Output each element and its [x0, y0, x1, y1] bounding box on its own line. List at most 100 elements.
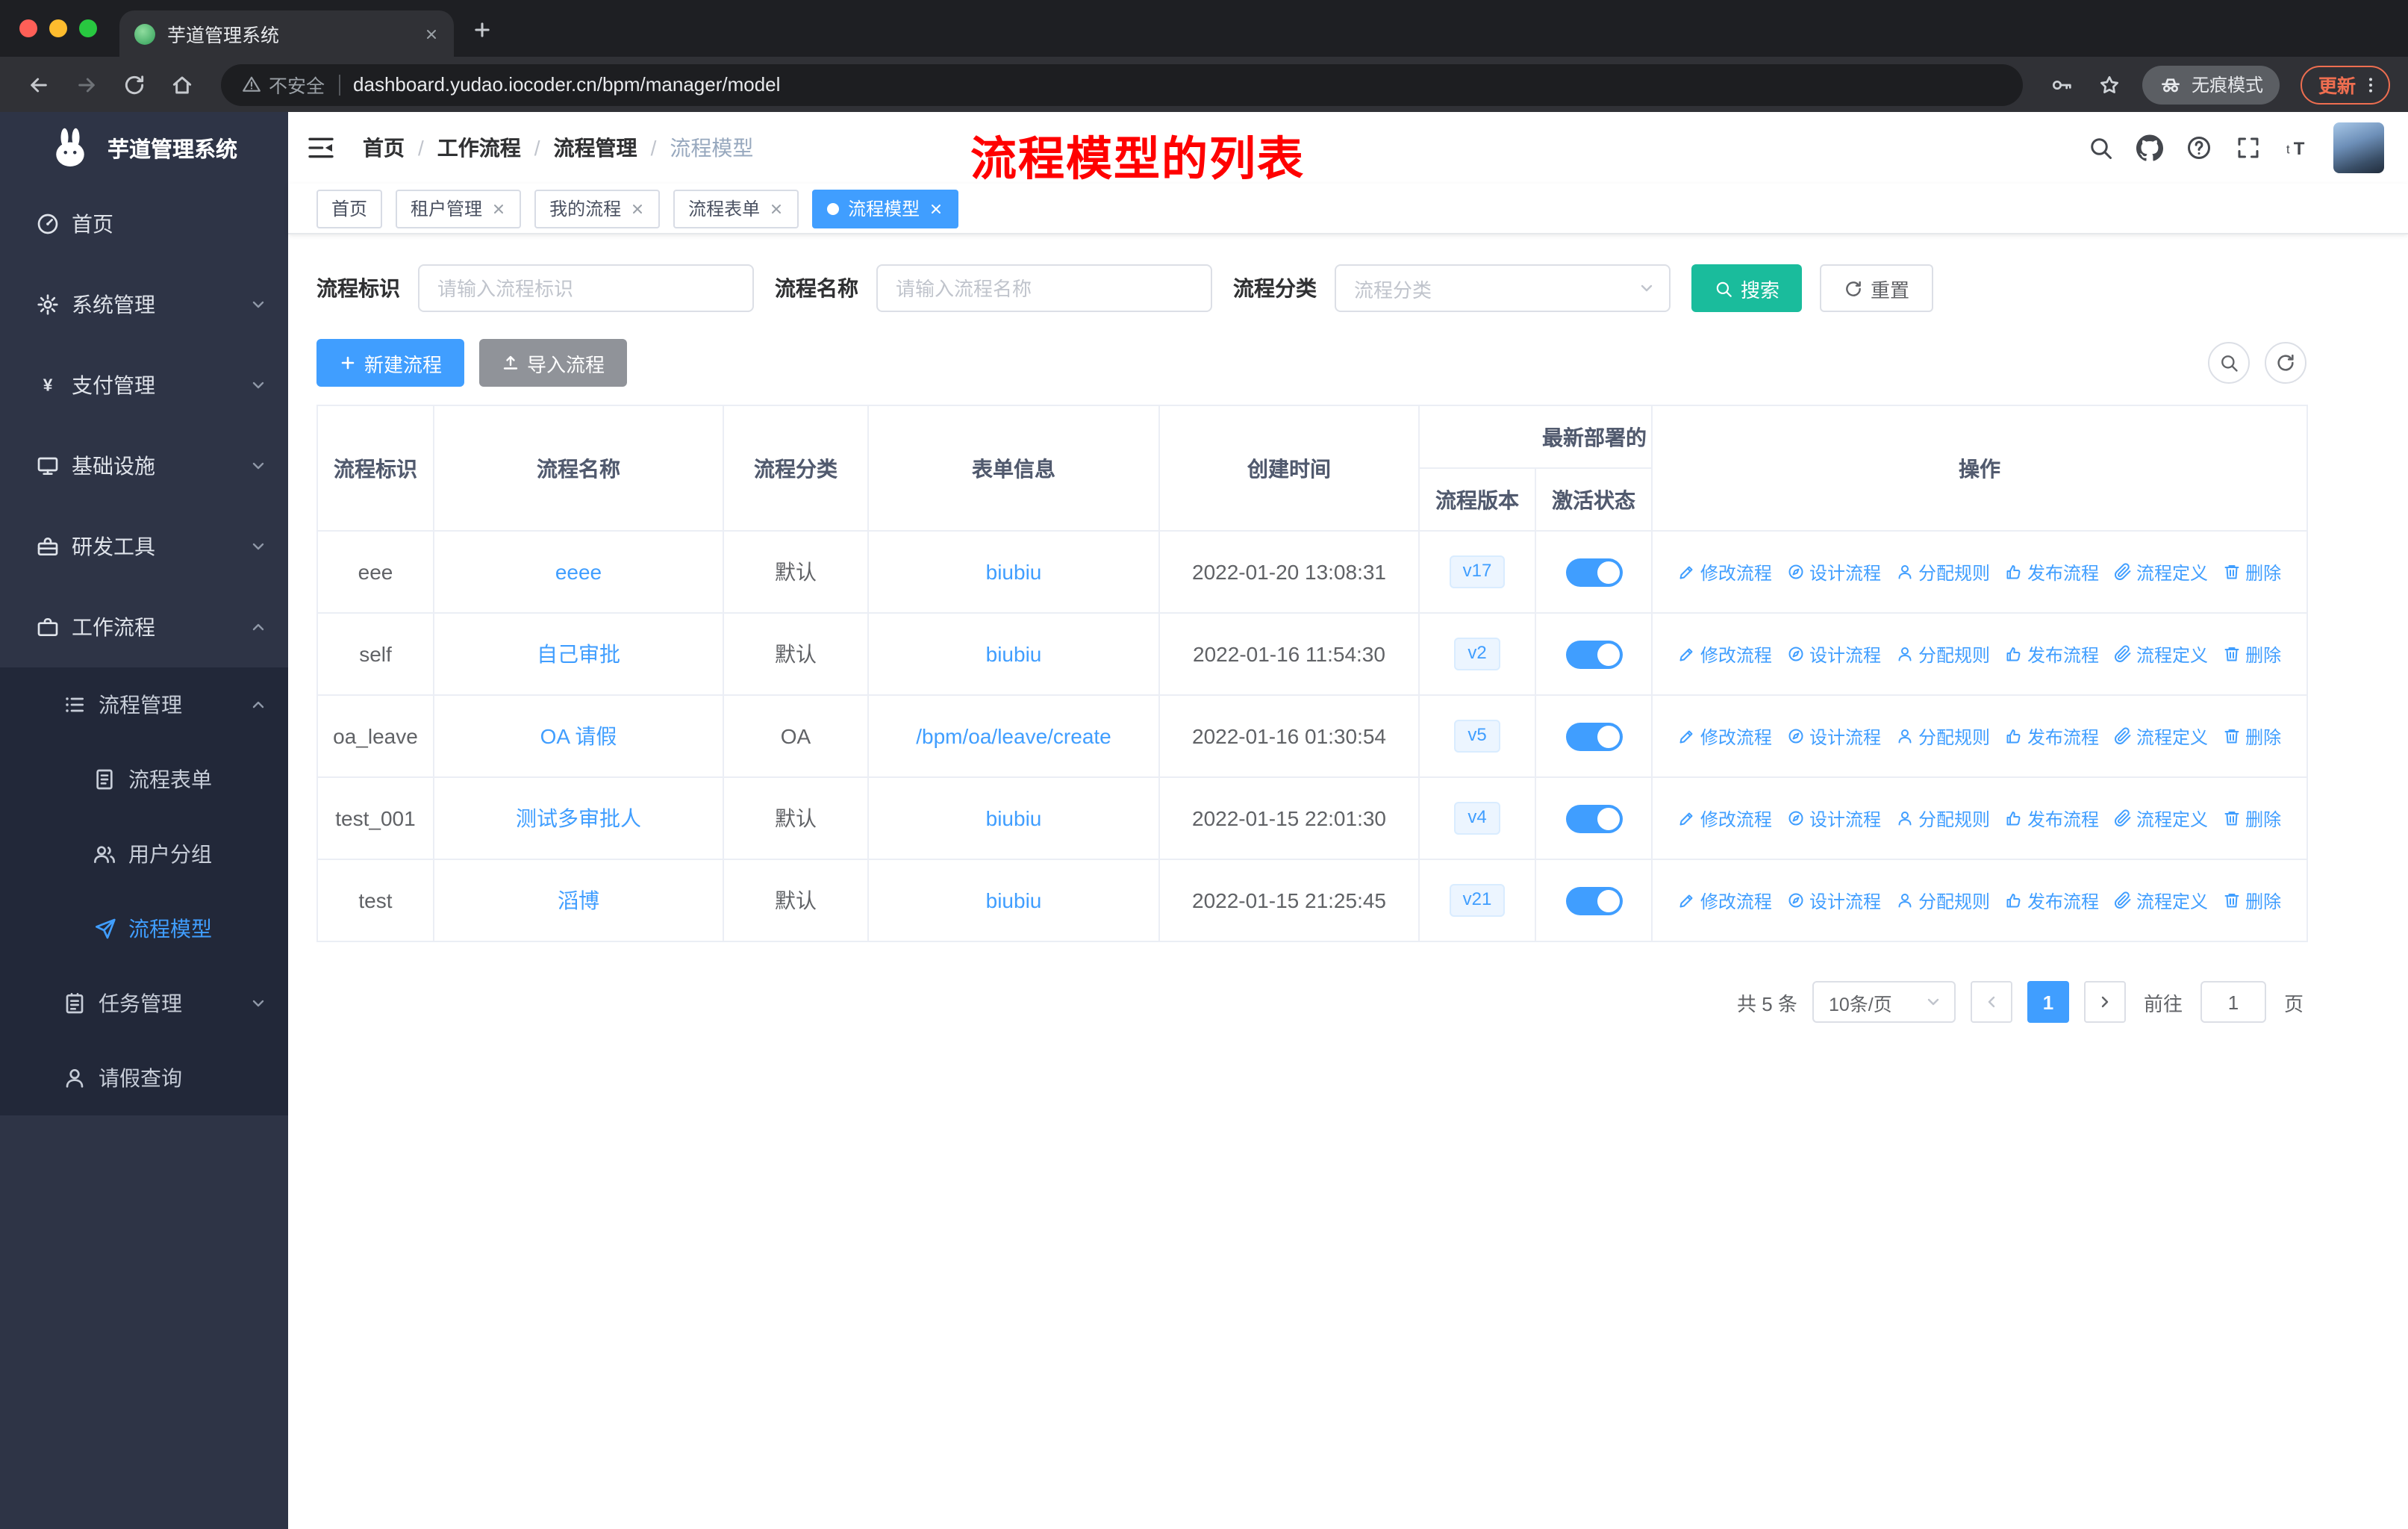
form-info-link[interactable]: biubiu	[986, 560, 1042, 584]
action-assign-link[interactable]: 分配规则	[1896, 888, 1990, 913]
action-delete-link[interactable]: 删除	[2223, 806, 2281, 831]
action-publish-link[interactable]: 发布流程	[2005, 559, 2099, 585]
sidebar-item-devtools[interactable]: 研发工具	[0, 506, 288, 587]
goto-page-input[interactable]	[2200, 981, 2266, 1023]
action-definition-link[interactable]: 流程定义	[2114, 888, 2208, 913]
process-name-link[interactable]: OA 请假	[540, 724, 617, 748]
action-assign-link[interactable]: 分配规则	[1896, 806, 1990, 831]
breadcrumb-home[interactable]: 首页	[363, 133, 405, 163]
action-delete-link[interactable]: 删除	[2223, 723, 2281, 749]
browser-tab[interactable]: 芋道管理系统	[119, 10, 454, 57]
bookmark-button[interactable]	[2089, 63, 2130, 105]
tab-close-icon[interactable]	[424, 26, 439, 41]
sidebar-item-process-management[interactable]: 流程管理	[0, 667, 288, 742]
browser-home-button[interactable]	[161, 63, 203, 105]
process-name-input[interactable]	[876, 264, 1212, 312]
help-button[interactable]	[2186, 134, 2212, 161]
import-process-button[interactable]: 导入流程	[479, 339, 628, 387]
action-publish-link[interactable]: 发布流程	[2005, 723, 2099, 749]
sidebar-item-payment[interactable]: 支付管理	[0, 345, 288, 426]
user-avatar[interactable]	[2333, 122, 2384, 173]
action-edit-link[interactable]: 修改流程	[1678, 723, 1772, 749]
action-delete-link[interactable]: 删除	[2223, 641, 2281, 667]
action-design-link[interactable]: 设计流程	[1787, 723, 1881, 749]
action-assign-link[interactable]: 分配规则	[1896, 723, 1990, 749]
action-design-link[interactable]: 设计流程	[1787, 559, 1881, 585]
breadcrumb-workflow[interactable]: 工作流程	[437, 133, 521, 163]
action-definition-link[interactable]: 流程定义	[2114, 559, 2208, 585]
close-icon[interactable]	[929, 201, 943, 216]
search-button[interactable]: 搜索	[1691, 264, 1803, 312]
zoom-window-button[interactable]	[79, 19, 97, 37]
process-name-link[interactable]: 测试多审批人	[516, 806, 641, 830]
process-name-link[interactable]: 自己审批	[537, 642, 620, 666]
action-assign-link[interactable]: 分配规则	[1896, 641, 1990, 667]
tag-tenant-management[interactable]: 租户管理	[396, 189, 522, 228]
active-toggle[interactable]	[1565, 558, 1622, 586]
sidebar-item-leave-query[interactable]: 请假查询	[0, 1041, 288, 1115]
action-publish-link[interactable]: 发布流程	[2005, 888, 2099, 913]
close-icon[interactable]	[491, 201, 506, 216]
action-definition-link[interactable]: 流程定义	[2114, 806, 2208, 831]
show-search-button[interactable]	[2208, 342, 2250, 384]
sidebar-item-task-management[interactable]: 任务管理	[0, 966, 288, 1041]
action-publish-link[interactable]: 发布流程	[2005, 641, 2099, 667]
password-key-button[interactable]	[2041, 63, 2083, 105]
action-definition-link[interactable]: 流程定义	[2114, 641, 2208, 667]
reset-button[interactable]: 重置	[1820, 264, 1934, 312]
page-size-select[interactable]: 10条/页	[1812, 981, 1956, 1023]
prev-page-button[interactable]	[1970, 981, 2012, 1023]
sidebar-item-process-form[interactable]: 流程表单	[0, 742, 288, 817]
next-page-button[interactable]	[2083, 981, 2126, 1023]
form-info-link[interactable]: biubiu	[986, 806, 1042, 830]
active-toggle[interactable]	[1565, 886, 1622, 915]
refresh-table-button[interactable]	[2265, 342, 2306, 384]
sidebar-item-process-model[interactable]: 流程模型	[0, 891, 288, 966]
close-icon[interactable]	[769, 201, 784, 216]
tag-home[interactable]: 首页	[316, 189, 383, 228]
back-button[interactable]	[18, 63, 60, 105]
action-design-link[interactable]: 设计流程	[1787, 888, 1881, 913]
action-definition-link[interactable]: 流程定义	[2114, 723, 2208, 749]
sidebar-item-infrastructure[interactable]: 基础设施	[0, 426, 288, 506]
security-indicator[interactable]: 不安全	[242, 70, 325, 99]
close-icon[interactable]	[630, 201, 645, 216]
process-category-select[interactable]: 流程分类	[1335, 264, 1671, 312]
font-size-button[interactable]	[2284, 134, 2311, 161]
create-process-button[interactable]: 新建流程	[316, 339, 465, 387]
minimize-window-button[interactable]	[49, 19, 67, 37]
action-edit-link[interactable]: 修改流程	[1678, 559, 1772, 585]
kebab-menu-icon[interactable]	[2360, 74, 2381, 95]
action-edit-link[interactable]: 修改流程	[1678, 806, 1772, 831]
action-assign-link[interactable]: 分配规则	[1896, 559, 1990, 585]
github-link-button[interactable]	[2136, 134, 2163, 161]
process-key-input[interactable]	[418, 264, 754, 312]
app-logo[interactable]: 芋道管理系统	[0, 112, 288, 184]
action-edit-link[interactable]: 修改流程	[1678, 888, 1772, 913]
form-info-link[interactable]: /bpm/oa/leave/create	[916, 724, 1111, 748]
tag-process-model[interactable]: 流程模型	[812, 189, 959, 228]
collapse-sidebar-button[interactable]	[306, 133, 336, 163]
sidebar-item-home[interactable]: 首页	[0, 184, 288, 264]
action-publish-link[interactable]: 发布流程	[2005, 806, 2099, 831]
sidebar-item-system[interactable]: 系统管理	[0, 264, 288, 345]
address-bar[interactable]: 不安全 dashboard.yudao.iocoder.cn/bpm/manag…	[221, 63, 2023, 105]
active-toggle[interactable]	[1565, 640, 1622, 668]
process-name-link[interactable]: eeee	[555, 560, 602, 584]
global-search-button[interactable]	[2087, 134, 2114, 161]
action-delete-link[interactable]: 删除	[2223, 559, 2281, 585]
breadcrumb-process-management[interactable]: 流程管理	[554, 133, 637, 163]
action-design-link[interactable]: 设计流程	[1787, 641, 1881, 667]
close-window-button[interactable]	[19, 19, 37, 37]
new-tab-button[interactable]	[472, 19, 493, 45]
tag-my-process[interactable]: 我的流程	[534, 189, 661, 228]
action-design-link[interactable]: 设计流程	[1787, 806, 1881, 831]
active-toggle[interactable]	[1565, 722, 1622, 750]
active-toggle[interactable]	[1565, 804, 1622, 832]
fullscreen-button[interactable]	[2235, 134, 2262, 161]
action-delete-link[interactable]: 删除	[2223, 888, 2281, 913]
tag-process-form[interactable]: 流程表单	[673, 189, 799, 228]
action-edit-link[interactable]: 修改流程	[1678, 641, 1772, 667]
sidebar-item-user-group[interactable]: 用户分组	[0, 817, 288, 891]
sidebar-item-workflow[interactable]: 工作流程	[0, 587, 288, 667]
